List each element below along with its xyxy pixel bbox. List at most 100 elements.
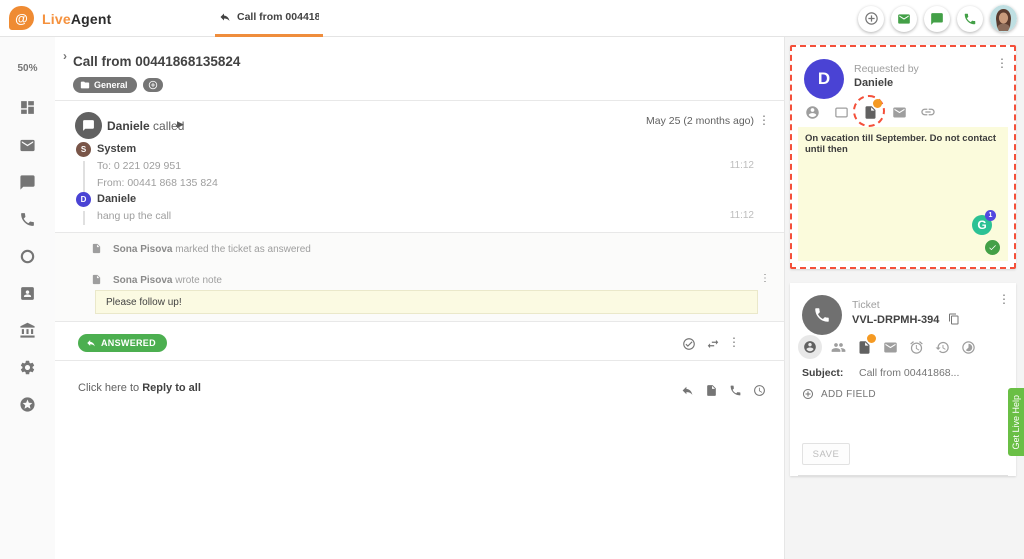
internal-note[interactable]: Please follow up! <box>95 290 758 314</box>
dashboard-icon[interactable] <box>0 99 55 116</box>
grammarly-letter: G <box>977 218 986 232</box>
grammarly-icon[interactable]: G 1 <box>972 215 992 235</box>
chevron-right-icon[interactable]: › <box>63 49 67 63</box>
get-live-help-button[interactable]: Get Live Help <box>1008 388 1024 456</box>
note-icon[interactable] <box>854 337 874 357</box>
divider <box>55 360 785 361</box>
schedule-clock-icon[interactable] <box>753 384 766 397</box>
logo-at-glyph: @ <box>15 11 28 26</box>
add-field-button[interactable]: ADD FIELD <box>802 388 876 400</box>
call-event-text: Daniele called <box>107 119 184 133</box>
plus-circle-icon <box>148 80 158 90</box>
call-icon[interactable] <box>0 211 55 228</box>
mail-icon[interactable] <box>0 137 55 154</box>
reply-arrow-icon[interactable] <box>681 384 694 397</box>
academy-icon[interactable] <box>0 322 55 339</box>
card-icon[interactable] <box>831 102 851 122</box>
department-tag[interactable]: General <box>73 77 137 93</box>
thread-line <box>83 161 85 195</box>
grammarly-badge: 1 <box>985 210 996 221</box>
ticket-code: VVL-DRPMH-394 <box>852 314 939 326</box>
daniele-avatar: D <box>76 192 91 207</box>
check-circle-icon[interactable] <box>985 240 1000 255</box>
timelapse-icon[interactable] <box>958 337 978 357</box>
left-sidebar: 50% <box>0 37 55 559</box>
contacts-icon[interactable] <box>0 285 55 302</box>
group-icon[interactable] <box>828 337 848 357</box>
note-icon[interactable] <box>860 102 880 122</box>
requester-card: D Requested by Daniele ⋮ <box>790 45 1016 269</box>
brand-name: LiveAgent <box>42 0 112 37</box>
brand-agent: Agent <box>71 11 112 27</box>
status-badge-answered[interactable]: ANSWERED <box>78 334 167 352</box>
copy-icon[interactable] <box>948 313 960 325</box>
chat-icon[interactable] <box>0 174 55 191</box>
message-sender: System <box>97 143 136 155</box>
message-date: May 25 (2 months ago) <box>646 115 754 127</box>
call-icon[interactable] <box>957 6 983 32</box>
divider <box>798 475 1008 476</box>
reply-arrow-icon <box>86 338 96 348</box>
load-percentage: 50% <box>0 63 55 74</box>
liveagent-app: @ LiveAgent Call from 0044186813... <box>0 0 1024 559</box>
link-icon[interactable] <box>918 102 938 122</box>
transfer-icon[interactable] <box>706 337 720 351</box>
note-icon[interactable] <box>705 384 718 397</box>
get-live-help-label: Get Live Help <box>1011 395 1021 450</box>
reply-bold: Reply to all <box>142 382 201 394</box>
requester-icon-row <box>802 102 938 122</box>
note-icon <box>91 243 102 254</box>
message-line: To: 0 221 029 951 <box>97 160 181 172</box>
requester-avatar[interactable]: D <box>804 59 844 99</box>
person-icon[interactable] <box>798 335 822 359</box>
message-time: 11:12 <box>730 160 754 171</box>
reply-prefix: Click here to <box>78 382 139 394</box>
agent-name: Sona Pisova <box>113 244 172 255</box>
chat-icon[interactable] <box>924 6 950 32</box>
right-panel: D Requested by Daniele ⋮ <box>785 37 1024 559</box>
avatar-initial: S <box>81 145 86 154</box>
add-circle-icon[interactable] <box>858 6 884 32</box>
message-line: hang up the call <box>97 210 171 222</box>
liveagent-logo-icon[interactable]: @ <box>9 6 34 30</box>
notification-dot <box>867 334 876 343</box>
folder-icon <box>80 80 90 90</box>
add-tag-button[interactable] <box>143 78 163 92</box>
email-icon[interactable] <box>891 6 917 32</box>
history-icon[interactable] <box>932 337 952 357</box>
more-options-icon[interactable]: ⋮ <box>996 57 1008 69</box>
requested-by-label: Requested by <box>854 63 919 75</box>
note-icon <box>91 274 102 285</box>
event-action: marked the ticket as answered <box>175 244 311 255</box>
resolve-check-icon[interactable] <box>682 337 696 351</box>
more-options-icon[interactable]: ⋮ <box>998 293 1010 305</box>
caller-name: Daniele <box>107 119 150 133</box>
ticket-card: Ticket VVL-DRPMH-394 ⋮ <box>790 283 1016 476</box>
ticket-avatar <box>802 295 842 335</box>
more-options-icon[interactable]: ⋮ <box>758 114 770 126</box>
agent-avatar[interactable] <box>990 5 1017 32</box>
mail-icon[interactable] <box>889 102 909 122</box>
person-icon[interactable] <box>802 102 822 122</box>
call-icon[interactable] <box>729 384 742 397</box>
more-options-icon[interactable]: ⋮ <box>728 336 740 348</box>
ring-icon[interactable] <box>0 248 55 265</box>
subject-value[interactable]: Call from 00441868... <box>859 367 959 379</box>
more-options-icon[interactable]: ⋮ <box>760 274 770 284</box>
ticket-thread-panel: › Call from 00441868135824 General Danie… <box>55 37 785 559</box>
note-text: Please follow up! <box>106 297 182 308</box>
customer-note[interactable]: On vacation till September. Do not conta… <box>798 127 1008 261</box>
reply-to-all-field[interactable]: Click here to Reply to all <box>78 382 201 394</box>
ticket-code-row: VVL-DRPMH-394 <box>852 313 960 326</box>
star-circle-icon[interactable] <box>0 396 55 413</box>
ticket-icon-row <box>798 335 978 359</box>
requester-name[interactable]: Daniele <box>854 77 893 89</box>
mail-icon[interactable] <box>880 337 900 357</box>
call-icon <box>813 306 831 324</box>
chat-icon <box>82 119 95 132</box>
play-recording-icon[interactable]: ▶ <box>177 119 184 130</box>
alarm-icon[interactable] <box>906 337 926 357</box>
ticket-tab[interactable]: Call from 0044186813... <box>215 0 323 37</box>
save-button[interactable]: SAVE <box>802 443 850 465</box>
settings-icon[interactable] <box>0 359 55 376</box>
